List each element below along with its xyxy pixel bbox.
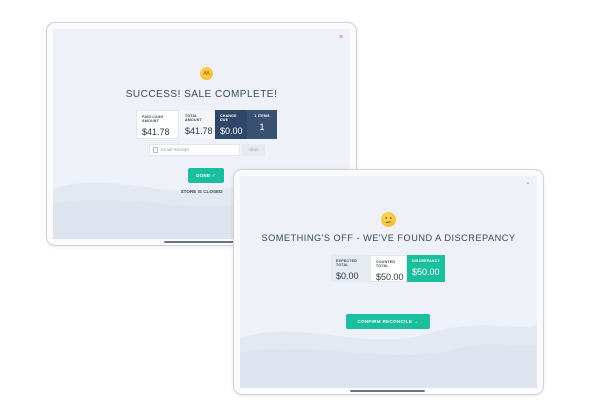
discrepancy-tablet: ⌄ SOMETHING'S OFF - WE'VE FOUND A DISCRE…	[233, 169, 544, 395]
document-icon	[153, 147, 158, 153]
stat-items-count: 1 ITEMS 1	[247, 110, 277, 139]
page-title: SUCCESS! SALE COMPLETE!	[125, 89, 278, 100]
done-button[interactable]: DONE ✓	[188, 168, 224, 183]
email-receipt-field[interactable]: Email Receipt	[149, 144, 240, 156]
stat-change-due: CHANGE DUE $0.00	[215, 110, 247, 139]
stat-paid-cash: PAID CASH AMOUNT $41.78	[136, 110, 179, 139]
home-indicator	[350, 390, 425, 392]
stat-counted-total: COUNTED TOTAL $50.00	[370, 255, 407, 282]
thinking-face-emoji-icon	[381, 212, 396, 227]
discrepancy-screen: ⌄ SOMETHING'S OFF - WE'VE FOUND A DISCRE…	[240, 176, 537, 388]
confirm-reconcile-button[interactable]: CONFIRM RECONCILE →	[346, 314, 430, 329]
stat-expected-total: EXPECTED TOTAL $0.00	[331, 255, 370, 282]
stat-discrepancy: DISCREPANCY $50.00	[407, 255, 445, 282]
close-icon[interactable]: ×	[339, 34, 343, 41]
stat-total-amount: TOTAL AMOUNT $41.78	[180, 110, 215, 139]
send-button[interactable]: SEND	[242, 144, 265, 156]
chevron-down-icon[interactable]: ⌄	[525, 178, 531, 186]
page-title: SOMETHING'S OFF - WE'VE FOUND A DISCREPA…	[261, 233, 516, 243]
home-indicator	[164, 241, 237, 243]
celebration-emoji-icon	[200, 67, 213, 80]
